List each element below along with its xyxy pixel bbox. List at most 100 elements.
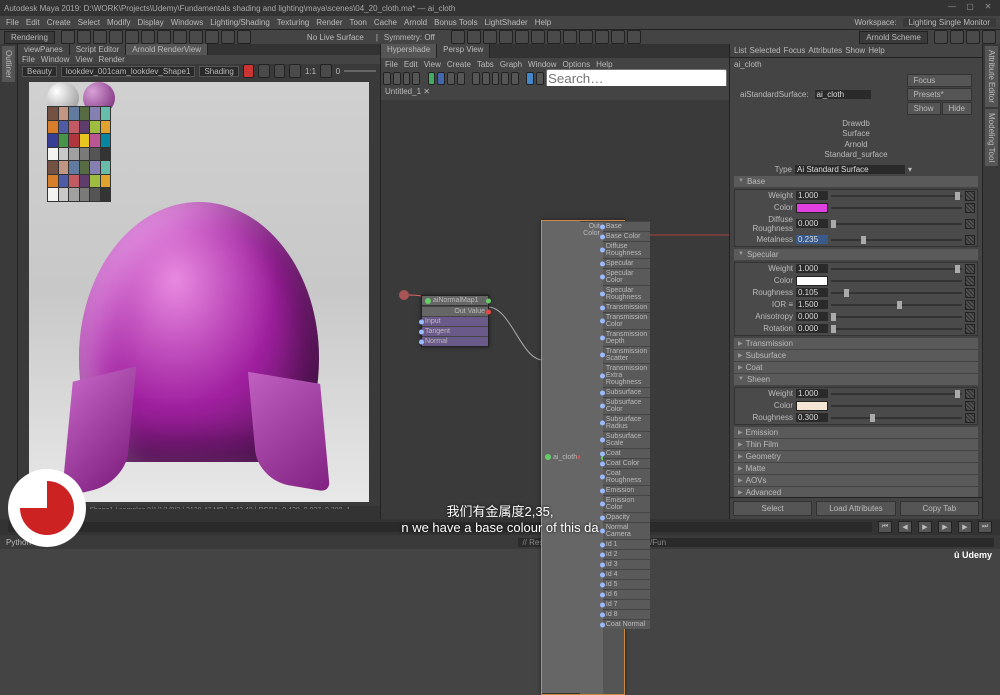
menu-modify[interactable]: Modify bbox=[105, 18, 133, 27]
shelf-icon[interactable] bbox=[547, 30, 561, 44]
show-button[interactable]: Show bbox=[907, 102, 941, 115]
hs-tool[interactable] bbox=[428, 72, 436, 85]
map-button[interactable] bbox=[965, 219, 975, 229]
rv-menu-view[interactable]: View bbox=[75, 55, 92, 64]
shelf-icon[interactable] bbox=[563, 30, 577, 44]
shelf-icon[interactable] bbox=[515, 30, 529, 44]
tab-viewpanes[interactable]: viewPanes bbox=[18, 44, 70, 55]
node-port[interactable]: Coat Color bbox=[603, 458, 650, 468]
section-advanced[interactable]: Advanced bbox=[734, 487, 978, 497]
shelf-icon[interactable] bbox=[531, 30, 545, 44]
node-port[interactable]: Subsurface bbox=[603, 387, 650, 397]
hs-tool-solo[interactable] bbox=[526, 72, 534, 85]
hs-tool[interactable] bbox=[472, 72, 480, 85]
layout-icon[interactable] bbox=[934, 30, 948, 44]
node-port[interactable]: Normal Camera bbox=[603, 522, 650, 539]
node-port[interactable]: Transmission Extra Roughness bbox=[603, 363, 650, 387]
hs-menu-edit[interactable]: Edit bbox=[404, 60, 418, 69]
node-port[interactable]: Coat Normal bbox=[603, 619, 650, 629]
base-color-slider[interactable] bbox=[831, 207, 962, 209]
hs-tool[interactable] bbox=[393, 72, 401, 85]
section-subsurface[interactable]: Subsurface bbox=[734, 350, 978, 361]
shelf-icon[interactable] bbox=[61, 30, 75, 44]
graph-tab-untitled[interactable]: Untitled_1 bbox=[385, 87, 421, 96]
metalness-slider[interactable] bbox=[831, 239, 962, 241]
menu-create[interactable]: Create bbox=[45, 18, 73, 27]
spec-weight-slider[interactable] bbox=[831, 268, 962, 270]
node-port[interactable]: Id 7 bbox=[603, 599, 650, 609]
ae-tab-list[interactable]: List bbox=[734, 46, 746, 55]
shelf-icon[interactable] bbox=[499, 30, 513, 44]
section-geometry[interactable]: Geometry bbox=[734, 451, 978, 462]
menu-display[interactable]: Display bbox=[136, 18, 166, 27]
node-port[interactable]: Specular Roughness bbox=[603, 285, 650, 302]
node-aicloth[interactable]: ai_cloth Out Color BaseBase ColorDiffuse… bbox=[541, 220, 625, 695]
node-port[interactable]: Id 5 bbox=[603, 579, 650, 589]
map-button[interactable] bbox=[965, 191, 975, 201]
shelf-icon[interactable] bbox=[579, 30, 593, 44]
menu-bonus[interactable]: Bonus Tools bbox=[432, 18, 479, 27]
shelf-icon[interactable] bbox=[483, 30, 497, 44]
layout-icon[interactable] bbox=[982, 30, 996, 44]
workspace-dropdown[interactable]: Lighting Single Monitor bbox=[903, 18, 996, 27]
map-button[interactable] bbox=[965, 401, 975, 411]
hide-button[interactable]: Hide bbox=[942, 102, 972, 115]
hs-tool[interactable] bbox=[482, 72, 490, 85]
hs-search[interactable] bbox=[546, 69, 727, 88]
section-aovs[interactable]: AOVs bbox=[734, 475, 978, 486]
hs-tool[interactable] bbox=[447, 72, 455, 85]
shelf-icon[interactable] bbox=[141, 30, 155, 44]
menu-help[interactable]: Help bbox=[533, 18, 553, 27]
rewind-button[interactable]: ⏮ bbox=[878, 521, 892, 533]
sheen-rough-field[interactable]: 0.300 bbox=[796, 413, 828, 422]
hs-tool[interactable] bbox=[403, 72, 411, 85]
node-port[interactable]: Transmission Color bbox=[603, 312, 650, 329]
node-port[interactable]: Diffuse Roughness bbox=[603, 241, 650, 258]
menu-file[interactable]: File bbox=[4, 18, 21, 27]
save-button[interactable] bbox=[289, 64, 301, 78]
hs-menu-window[interactable]: Window bbox=[528, 60, 556, 69]
ae-tab-focus[interactable]: Focus bbox=[784, 46, 806, 55]
node-port[interactable]: Specular Color bbox=[603, 268, 650, 285]
node-port[interactable]: Emission bbox=[603, 485, 650, 495]
node-port[interactable]: Id 3 bbox=[603, 559, 650, 569]
ae-tab-help[interactable]: Help bbox=[868, 46, 884, 55]
map-button[interactable] bbox=[965, 300, 975, 310]
stop-button[interactable] bbox=[243, 64, 255, 78]
tab-scripteditor[interactable]: Script Editor bbox=[70, 44, 127, 55]
node-port[interactable]: Input bbox=[425, 318, 441, 325]
hs-menu-help[interactable]: Help bbox=[596, 60, 612, 69]
symmetry-dropdown[interactable]: Symmetry: Off bbox=[384, 33, 435, 42]
zoom-ratio[interactable]: 1:1 bbox=[305, 67, 316, 76]
node-port[interactable]: Normal bbox=[425, 338, 448, 345]
shelf-icon[interactable] bbox=[595, 30, 609, 44]
diffrough-field[interactable]: 0.000 bbox=[796, 219, 828, 228]
hs-tool[interactable] bbox=[501, 72, 509, 85]
exposure-slider[interactable] bbox=[344, 70, 376, 72]
layout-icon[interactable] bbox=[950, 30, 964, 44]
section-base[interactable]: Base bbox=[734, 176, 978, 187]
hs-tool[interactable] bbox=[412, 72, 420, 85]
attr-editor-tab[interactable]: Attribute Editor bbox=[985, 46, 998, 107]
file-texture-node[interactable] bbox=[399, 290, 409, 300]
shelf-icon[interactable] bbox=[157, 30, 171, 44]
shelf-icon[interactable] bbox=[189, 30, 203, 44]
hs-menu-file[interactable]: File bbox=[385, 60, 398, 69]
rot-field[interactable]: 0.000 bbox=[796, 324, 828, 333]
step-back-button[interactable]: ◀ bbox=[898, 521, 912, 533]
play-forward-button[interactable]: ▶ bbox=[938, 521, 952, 533]
node-ainormalmap[interactable]: aiNormalMap1 Out Value Input Tangent Nor… bbox=[421, 295, 489, 347]
rv-menu-file[interactable]: File bbox=[22, 55, 35, 64]
spec-weight-field[interactable]: 1.000 bbox=[796, 264, 828, 273]
copy-tab-button[interactable]: Copy Tab bbox=[900, 501, 979, 516]
section-thinfilm[interactable]: Thin Film bbox=[734, 439, 978, 450]
hs-tool[interactable] bbox=[457, 72, 465, 85]
shelf-icon[interactable] bbox=[237, 30, 251, 44]
node-port[interactable]: Transmission bbox=[603, 302, 650, 312]
node-port[interactable]: Id 8 bbox=[603, 609, 650, 619]
tool-settings-tab[interactable]: Modeling Tool bbox=[985, 109, 998, 166]
map-button[interactable] bbox=[965, 288, 975, 298]
hs-tool[interactable] bbox=[492, 72, 500, 85]
section-emission[interactable]: Emission bbox=[734, 427, 978, 438]
maximize-button[interactable]: ▢ bbox=[962, 2, 978, 14]
